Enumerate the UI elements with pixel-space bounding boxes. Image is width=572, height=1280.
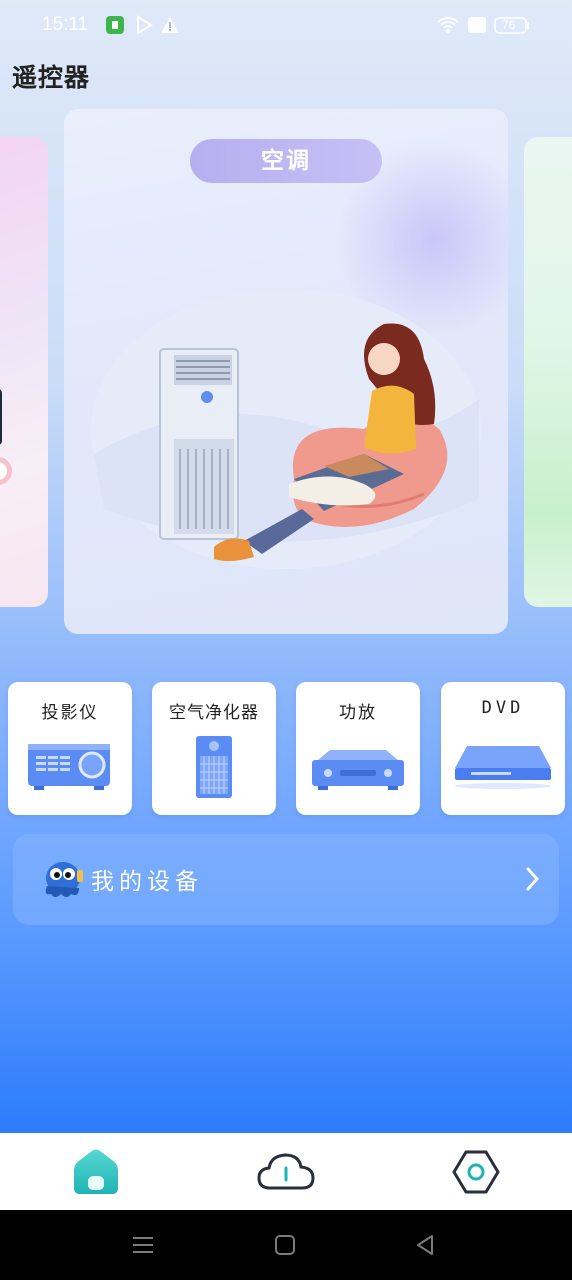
system-nav-bar [0, 1210, 572, 1280]
status-bar: 15:11 76 [0, 0, 572, 52]
air-conditioner-illustration [91, 289, 481, 569]
device-card-dvd[interactable]: DVD [441, 682, 565, 815]
dvd-player-icon [455, 746, 551, 789]
tab-cloud[interactable] [246, 1133, 326, 1210]
air-purifier-icon [196, 736, 232, 798]
projector-icon [28, 744, 110, 790]
page-title: 遥控器 [12, 63, 91, 92]
octopus-mascot-icon [45, 862, 83, 897]
app-notification-icon [106, 16, 124, 34]
device-label: 投影仪 [41, 703, 99, 723]
battery-level: 76 [502, 18, 516, 32]
device-card-air-purifier[interactable]: 空气净化器 [152, 682, 276, 815]
home-icon [74, 1149, 118, 1194]
featured-device-card[interactable]: 空调 [64, 109, 508, 634]
carousel-card-next[interactable] [524, 137, 572, 607]
bottom-tab-bar [0, 1133, 572, 1210]
amplifier-icon [312, 750, 404, 790]
device-label: 空气净化器 [169, 703, 259, 723]
sim-icon [468, 17, 486, 33]
tab-settings[interactable] [436, 1133, 516, 1210]
menu-icon[interactable] [130, 1232, 156, 1258]
tab-home[interactable] [56, 1133, 136, 1210]
featured-device-title: 空调 [190, 139, 382, 183]
settings-hexagon-icon [452, 1150, 500, 1193]
warning-icon [161, 17, 179, 33]
my-devices-label: 我的设备 [91, 869, 203, 895]
wifi-icon [437, 17, 459, 33]
device-card-projector[interactable]: 投影仪 [8, 682, 132, 815]
home-square-icon[interactable] [272, 1232, 298, 1258]
device-label: DVD [481, 698, 525, 718]
carousel-card-previous[interactable] [0, 137, 48, 607]
device-card-amplifier[interactable]: 功放 [296, 682, 420, 815]
cloud-icon [257, 1152, 315, 1189]
status-time: 15:11 [42, 14, 89, 35]
device-label: 功放 [339, 703, 377, 723]
device-shortcut-row: 投影仪 空气净化器 功放 DVD [0, 682, 572, 816]
chevron-right-icon [526, 867, 540, 891]
back-icon[interactable] [412, 1232, 438, 1258]
my-devices-entry[interactable]: 我的设备 [13, 834, 559, 925]
play-icon [137, 15, 153, 35]
